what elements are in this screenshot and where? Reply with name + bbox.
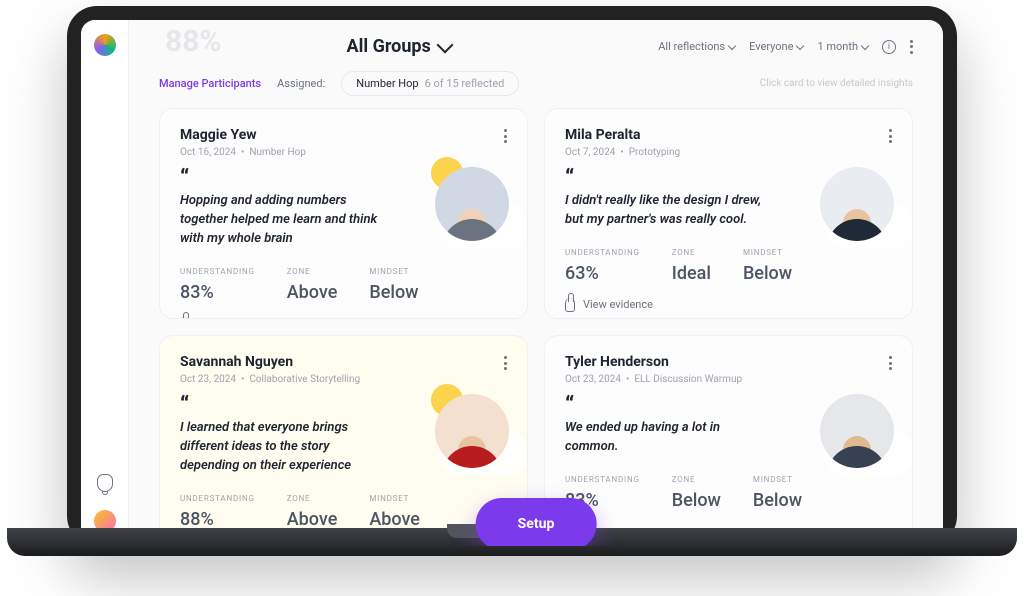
chevron-down-icon bbox=[796, 41, 804, 49]
group-selector[interactable]: All Groups bbox=[346, 36, 450, 57]
chevron-down-icon bbox=[436, 36, 453, 53]
card-illustration bbox=[820, 167, 894, 241]
metric-understanding: Understanding 63% bbox=[565, 248, 640, 284]
sidebar bbox=[81, 20, 129, 546]
card-header: Mila Peralta Oct 7, 2024 • Prototyping bbox=[565, 127, 892, 158]
metric-zone: Zone Above bbox=[287, 494, 338, 530]
top-bar: 88% All Groups All reflections Everyon bbox=[129, 20, 943, 67]
filter-people[interactable]: Everyone bbox=[749, 40, 803, 53]
manage-participants-link[interactable]: Manage Participants bbox=[159, 77, 261, 90]
hint-text: Click card to view detailed insights bbox=[760, 78, 913, 89]
assigned-pill-count: 6 of 15 reflected bbox=[425, 77, 505, 90]
card-illustration bbox=[435, 394, 509, 468]
card-illustration bbox=[820, 394, 894, 468]
filter-period-label: 1 month bbox=[817, 40, 858, 53]
card-header: Tyler Henderson Oct 23, 2024 • ELL Discu… bbox=[565, 354, 892, 385]
card-more-icon[interactable] bbox=[889, 129, 892, 143]
metric-mindset: Mindset Below bbox=[753, 475, 802, 511]
card-more-icon[interactable] bbox=[504, 356, 507, 370]
chevron-down-icon bbox=[861, 41, 869, 49]
more-menu-icon[interactable] bbox=[910, 40, 913, 54]
notifications-icon[interactable] bbox=[97, 474, 113, 492]
filter-reflections-label: All reflections bbox=[658, 40, 725, 53]
reflection-grid: Maggie Yew Oct 16, 2024 • Number Hop “ H… bbox=[129, 108, 943, 546]
assigned-label: Assigned: bbox=[277, 77, 325, 90]
view-evidence-link[interactable]: View evidence bbox=[180, 317, 507, 319]
student-name: Tyler Henderson bbox=[565, 354, 879, 370]
filter-period[interactable]: 1 month bbox=[817, 40, 868, 53]
metric-understanding: Understanding 88% bbox=[180, 494, 255, 530]
metrics-row: Understanding 63% Zone Ideal Mindset Bel… bbox=[565, 248, 892, 284]
chevron-down-icon bbox=[728, 41, 736, 49]
view-evidence-link[interactable]: View evidence bbox=[565, 298, 892, 312]
reflection-card[interactable]: Maggie Yew Oct 16, 2024 • Number Hop “ H… bbox=[159, 108, 528, 319]
metric-mindset: Mindset Below bbox=[369, 267, 418, 303]
student-avatar bbox=[820, 394, 894, 468]
metric-mindset: Mindset Below bbox=[743, 248, 792, 284]
group-selector-label: All Groups bbox=[346, 36, 430, 57]
metric-zone: Zone Ideal bbox=[672, 248, 711, 284]
attachment-icon bbox=[565, 298, 575, 312]
info-icon[interactable]: i bbox=[882, 40, 896, 54]
filter-people-label: Everyone bbox=[749, 40, 793, 53]
student-avatar bbox=[435, 394, 509, 468]
sub-bar: Manage Participants Assigned: Number Hop… bbox=[129, 67, 943, 108]
assigned-pill[interactable]: Number Hop 6 of 15 reflected bbox=[341, 71, 519, 96]
reflection-card[interactable]: Mila Peralta Oct 7, 2024 • Prototyping “… bbox=[544, 108, 913, 319]
laptop-frame: 88% All Groups All reflections Everyon bbox=[67, 6, 957, 546]
student-name: Savannah Nguyen bbox=[180, 354, 494, 370]
student-name: Maggie Yew bbox=[180, 127, 494, 143]
metrics-row: Understanding 83% Zone Below Mindset Bel… bbox=[565, 475, 892, 511]
card-header: Savannah Nguyen Oct 23, 2024 • Collabora… bbox=[180, 354, 507, 385]
setup-button[interactable]: Setup bbox=[476, 498, 597, 546]
metric-mindset: Mindset Above bbox=[369, 494, 420, 530]
reflection-quote: I learned that everyone brings different… bbox=[180, 419, 383, 476]
assigned-pill-title: Number Hop bbox=[356, 77, 418, 90]
card-subtitle: Oct 23, 2024 • ELL Discussion Warmup bbox=[565, 374, 879, 385]
metric-zone: Zone Above bbox=[287, 267, 338, 303]
app-logo-icon[interactable] bbox=[94, 34, 116, 56]
metric-understanding: Understanding 83% bbox=[180, 267, 255, 303]
card-more-icon[interactable] bbox=[504, 129, 507, 143]
background-metric: 88% bbox=[165, 24, 222, 59]
filter-reflections[interactable]: All reflections bbox=[658, 40, 735, 53]
student-avatar bbox=[820, 167, 894, 241]
card-more-icon[interactable] bbox=[889, 356, 892, 370]
student-avatar bbox=[435, 167, 509, 241]
main-panel: 88% All Groups All reflections Everyon bbox=[129, 20, 943, 546]
reflection-card[interactable]: Savannah Nguyen Oct 23, 2024 • Collabora… bbox=[159, 335, 528, 546]
card-illustration bbox=[435, 167, 509, 241]
filter-bar: All reflections Everyone 1 month i bbox=[658, 40, 913, 54]
card-header: Maggie Yew Oct 16, 2024 • Number Hop bbox=[180, 127, 507, 158]
reflection-quote: I didn't really like the design I drew, … bbox=[565, 192, 768, 230]
sidebar-bottom bbox=[94, 474, 116, 532]
metrics-row: Understanding 83% Zone Above Mindset Bel… bbox=[180, 267, 507, 303]
metric-zone: Zone Below bbox=[672, 475, 721, 511]
reflection-quote: We ended up having a lot in common. bbox=[565, 419, 768, 457]
attachment-icon bbox=[180, 317, 190, 319]
student-name: Mila Peralta bbox=[565, 127, 879, 143]
app-screen: 88% All Groups All reflections Everyon bbox=[81, 20, 943, 546]
reflection-quote: Hopping and adding numbers together help… bbox=[180, 192, 383, 249]
card-subtitle: Oct 7, 2024 • Prototyping bbox=[565, 147, 879, 158]
reflection-card[interactable]: Tyler Henderson Oct 23, 2024 • ELL Discu… bbox=[544, 335, 913, 546]
